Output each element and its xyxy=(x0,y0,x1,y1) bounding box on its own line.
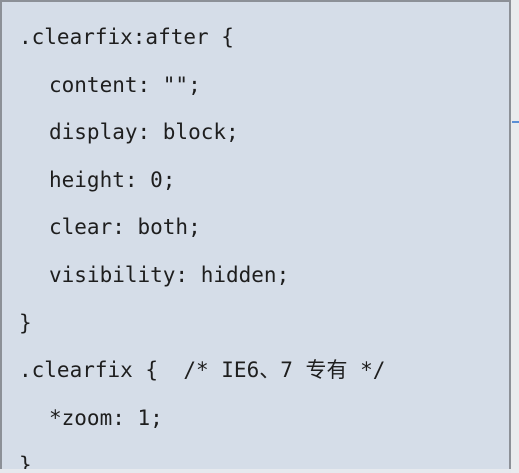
code-line-selector-clearfix: .clearfix { /* IE6、7 专有 */ xyxy=(19,358,386,383)
code-line-close-brace: } xyxy=(19,310,32,335)
code-line-display: display: block; xyxy=(49,120,239,145)
code-line-zoom: *zoom: 1; xyxy=(49,405,163,430)
code-line-height: height: 0; xyxy=(49,167,176,192)
scroll-marker xyxy=(512,121,519,123)
code-line-clear: clear: both; xyxy=(49,215,201,240)
code-line-visibility: visibility: hidden; xyxy=(49,262,290,287)
code-text: .clearfix:after { content: ""; display: bl… xyxy=(19,14,385,469)
code-line-close-brace-2: } xyxy=(19,453,32,469)
right-gutter xyxy=(511,0,519,473)
code-line-content: content: ""; xyxy=(49,72,201,97)
code-line-selector-after: .clearfix:after { xyxy=(19,25,234,49)
code-block: .clearfix:after { content: ""; display: bl… xyxy=(0,0,511,469)
